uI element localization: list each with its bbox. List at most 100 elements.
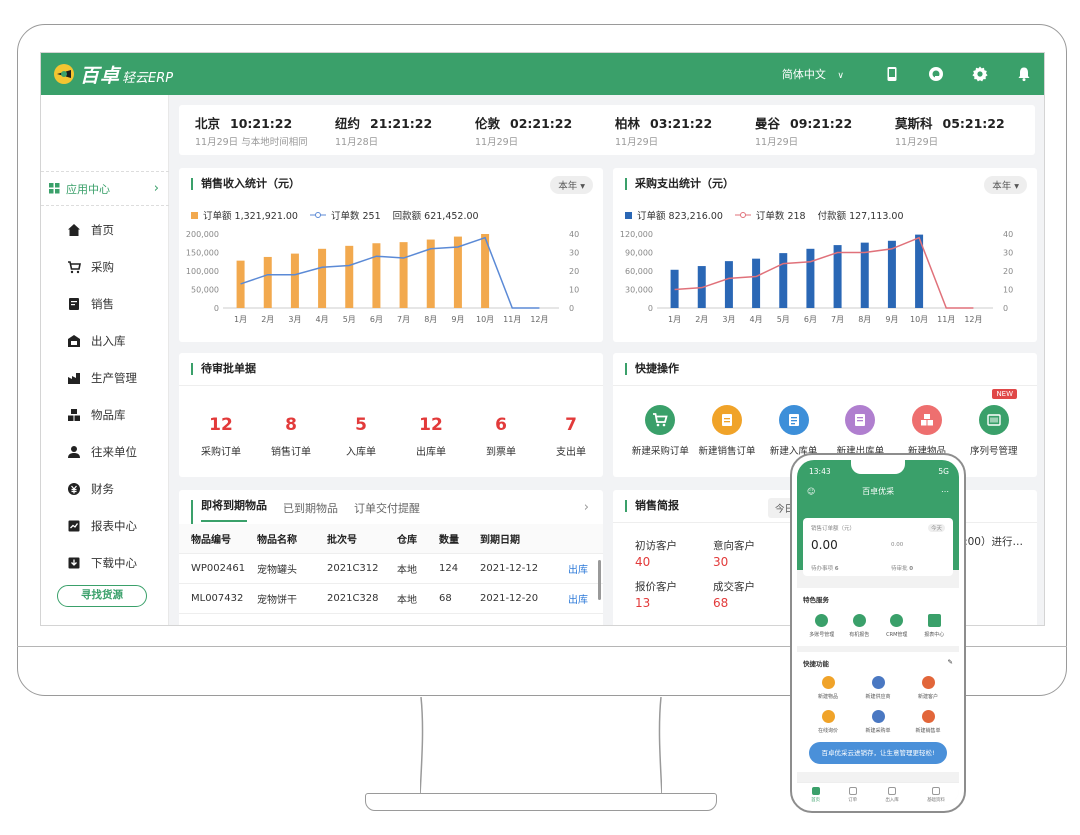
brand-logo[interactable]: 百卓 轻云ERP [53, 61, 173, 88]
pending-item-expense[interactable]: 7 支出单 [541, 415, 601, 458]
quick-new-inbound[interactable]: 新建入库单 [760, 405, 827, 457]
phone-banner[interactable]: 百卓优采云进销存，让生意管理更轻松! [809, 742, 947, 764]
tab-expiring[interactable]: 即将到期物品 [191, 500, 267, 524]
sidebar-item-purchase[interactable]: 采购 [41, 248, 169, 285]
cart-icon [68, 260, 81, 273]
phone-special-item[interactable]: 报表中心 [916, 614, 954, 638]
bell-icon[interactable] [1016, 66, 1032, 82]
sidebar-item-items[interactable]: 物品库 [41, 396, 169, 433]
pending-item-sales-order[interactable]: 8 销售订单 [261, 415, 321, 458]
table-row: ML007432 宠物饼干 2021C328 本地 68 2021-12-20 … [179, 584, 603, 614]
quick-label: 新建采购订单 [631, 446, 689, 457]
bar [236, 260, 245, 308]
phone-tab-inout[interactable]: 出入库 [885, 786, 899, 803]
share-icon[interactable]: ⋯ [941, 487, 949, 496]
brief-label: 意向客户 [713, 540, 755, 552]
boxes-icon [68, 408, 80, 421]
gear-icon[interactable] [972, 66, 988, 82]
edit-icon[interactable]: ✎ [948, 658, 953, 668]
quick-ops-list: 新建采购订单 新建销售订单 新建入库单 新建出库单 新建物品 NEW 序列号管理 [627, 389, 1027, 457]
phone-tab-basic[interactable]: 基础资料 [927, 786, 945, 803]
sidebar-item-label: 采购 [91, 259, 114, 274]
period-select[interactable]: 本年 ▾ [550, 176, 593, 194]
sales-chart-card: 销售收入统计（元） 本年 ▾ 订单额 1,321,921.00 订单数 251 … [179, 168, 603, 342]
boxes-icon [912, 405, 943, 435]
x-tick-label: 3月 [288, 315, 301, 324]
x-tick-label: 12月 [530, 315, 548, 324]
tab-delivery-reminder[interactable]: 订单交付提醒 [354, 500, 420, 524]
sidebar-item-home[interactable]: 首页 [41, 211, 169, 248]
x-tick-label: 4月 [316, 315, 329, 324]
phone-quick-item[interactable]: 新建采购单 [853, 710, 903, 734]
support-icon[interactable] [928, 66, 944, 82]
inquiry-icon [821, 710, 835, 723]
phone-tab-label: 首页 [811, 797, 821, 803]
pending-item-outbound[interactable]: 12 出库单 [401, 415, 461, 458]
phone-special-item[interactable]: 多账号管理 [803, 614, 841, 638]
outbound-link[interactable]: 出库 [568, 591, 598, 606]
sidebar-item-production[interactable]: 生产管理 [41, 359, 169, 396]
quick-serial-management[interactable]: NEW 序列号管理 [960, 389, 1027, 457]
mobile-icon[interactable] [884, 66, 900, 82]
sidebar-item-finance[interactable]: 财务 [41, 470, 169, 507]
phone-remind: 待审批 0 [891, 564, 913, 572]
app-center-button[interactable]: 应用中心 › [41, 171, 169, 206]
card-title: 销售简报 [625, 500, 679, 512]
phone-card-value: 0.00 [811, 538, 838, 552]
sidebar-item-sales[interactable]: 销售 [41, 285, 169, 322]
phone-special-item[interactable]: 有机报告 [841, 614, 879, 638]
sidebar-item-downloads[interactable]: 下载中心 [41, 544, 169, 581]
phone-screen: 13:43 5G ☺ 百卓优采 ⋯ 销售订单额（元） 今天 0.00 0.00 … [797, 460, 959, 806]
quick-new-purchase-order[interactable]: 新建采购订单 [627, 405, 694, 457]
pending-item-inbound[interactable]: 5 入库单 [331, 415, 391, 458]
x-tick-label: 11月 [937, 315, 955, 324]
phone-quick-item[interactable]: 新建物品 [803, 676, 853, 700]
sales-chart: 200,000 40 150,000 30 100,000 20 50,000 10 0 0 1月 2… [186, 230, 579, 324]
quick-label: 序列号管理 [969, 446, 1018, 457]
pending-item-purchase-order[interactable]: 12 采购订单 [191, 415, 251, 458]
bar [752, 258, 761, 308]
phone-app-bar: ☺ 百卓优采 ⋯ [797, 476, 959, 497]
x-tick-label: 2月 [695, 315, 708, 324]
quick-new-outbound[interactable]: 新建出库单 [827, 405, 894, 457]
sales-brief-grid: 初访客户 40 意向客户 30 报价客户 13 成交客户 68 [635, 538, 791, 610]
phone-special-item[interactable]: CRM管理 [878, 614, 916, 638]
language-select[interactable]: 简体中文 ∨ [782, 66, 844, 82]
pending-item-invoice[interactable]: 6 到票单 [471, 415, 531, 458]
pending-count: 12 [209, 415, 233, 435]
phone-quick-item[interactable]: 新建销售单 [903, 710, 953, 734]
y2-tick-label: 20 [1003, 267, 1013, 276]
clock-city: 北京 [195, 115, 221, 131]
quick-new-sales-order[interactable]: 新建销售订单 [694, 405, 761, 457]
phone-special-grid: 多账号管理 有机报告 CRM管理 报表中心 [803, 614, 953, 638]
purchase-chart-card: 采购支出统计（元） 本年 ▾ 订单额 823,216.00 订单数 218 付款… [613, 168, 1037, 342]
quick-new-item[interactable]: 新建物品 [894, 405, 961, 457]
outbound-link[interactable]: 出库 [568, 561, 598, 576]
tab-expired[interactable]: 已到期物品 [283, 500, 338, 524]
table-scrollbar[interactable] [598, 560, 601, 600]
world-clocks: 北京 10:21:22 11月29日 与本地时间相同 纽约 21:21:22 11月… [179, 105, 1035, 155]
phone-tab-home[interactable]: 首页 [811, 786, 821, 803]
column-header: 物品编号 [191, 535, 231, 546]
phone-quick-item[interactable]: 在线询价 [803, 710, 853, 734]
phone-quick-item[interactable]: 新建供应商 [853, 676, 903, 700]
clock-beijing: 北京 10:21:22 11月29日 与本地时间相同 [179, 113, 319, 148]
column-header: 物品名称 [257, 535, 297, 546]
user-icon[interactable]: ☺ [807, 487, 815, 496]
sidebar-nav: 首页 采购 销售 出入库 生产管理 物品库 往来单位 财务 报表中心 下载中心 [41, 211, 169, 581]
find-supply-button[interactable]: 寻找货源 [57, 585, 147, 607]
phone-quick-item[interactable]: 新建客户 [903, 676, 953, 700]
phone-tab-orders[interactable]: 订单 [848, 786, 857, 803]
sidebar-item-reports[interactable]: 报表中心 [41, 507, 169, 544]
clock-date: 11月29日 [615, 136, 659, 148]
sidebar-item-label: 下载中心 [91, 555, 137, 570]
period-select[interactable]: 本年 ▾ [984, 176, 1027, 194]
chevron-right-icon[interactable]: › [584, 500, 589, 515]
sidebar-item-contacts[interactable]: 往来单位 [41, 433, 169, 470]
phone-item-label: 新建客户 [917, 694, 938, 700]
cell-item-code: WP002461 [191, 563, 246, 574]
phone-notch [851, 460, 905, 474]
phone-filter[interactable]: 今天 [927, 524, 945, 532]
bar [345, 245, 354, 308]
sidebar-item-inout[interactable]: 出入库 [41, 322, 169, 359]
